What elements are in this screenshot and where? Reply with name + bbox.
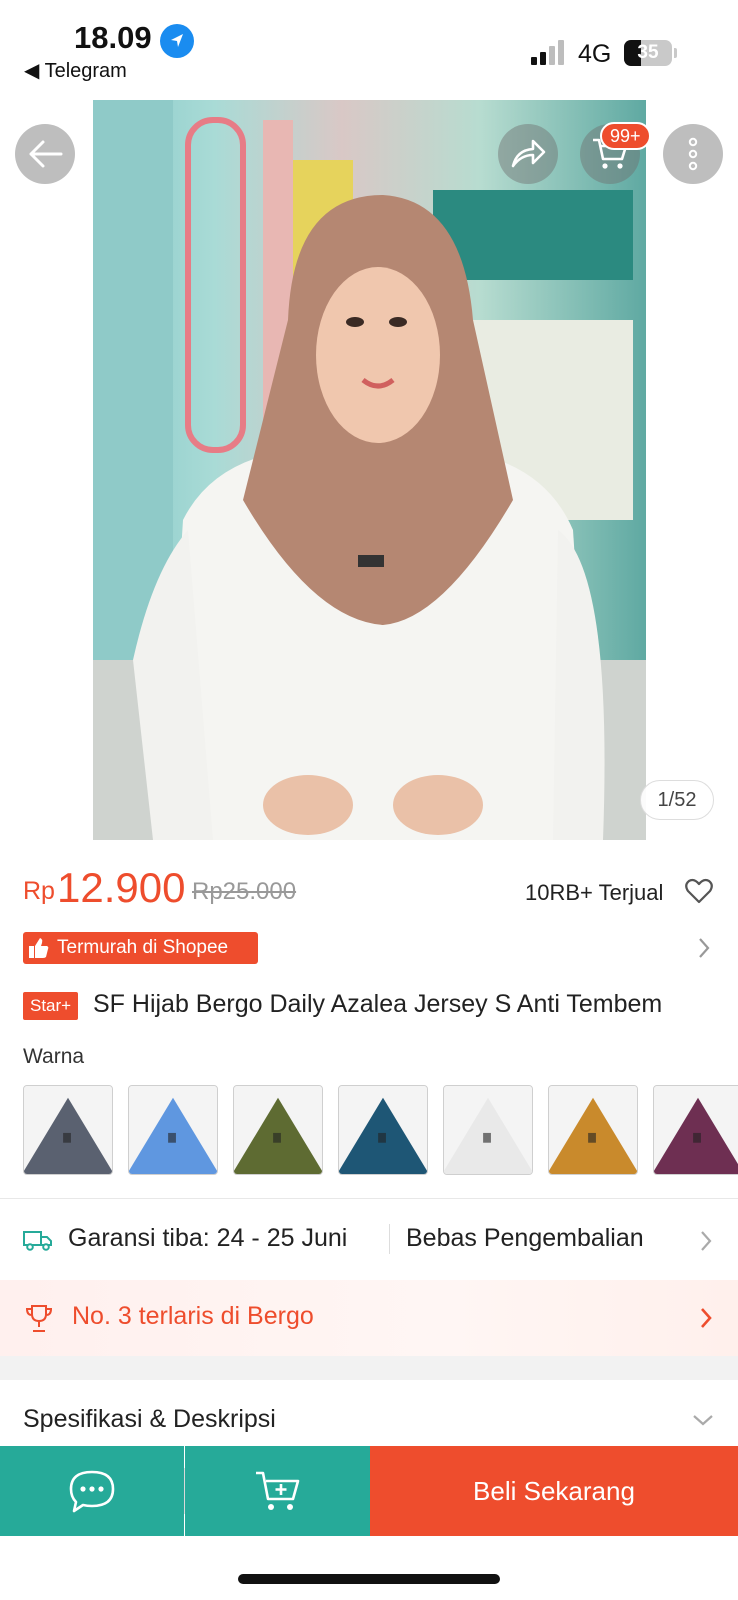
- network-type: 4G: [578, 40, 612, 68]
- divider: [0, 1198, 738, 1199]
- color-variant-7[interactable]: [653, 1085, 738, 1175]
- cart-count-badge: 99+: [600, 122, 651, 150]
- heart-icon[interactable]: [685, 878, 713, 909]
- battery-level: 35: [637, 42, 659, 63]
- bestseller-label: No. 3 terlaris di Bergo: [72, 1302, 314, 1330]
- color-variant-3[interactable]: [233, 1085, 323, 1175]
- chevron-down-icon[interactable]: [692, 1413, 714, 1431]
- chevron-right-icon[interactable]: [700, 1307, 712, 1334]
- chevron-right-icon[interactable]: [698, 937, 710, 964]
- location-arrow-icon: [160, 24, 194, 58]
- star-plus-badge: Star+: [23, 992, 79, 1020]
- back-button[interactable]: [15, 124, 75, 184]
- variants-label: Warna: [23, 1045, 85, 1068]
- bottom-action-bar: Beli Sekarang: [0, 1446, 738, 1536]
- cheapest-badge[interactable]: Termurah di Shopee: [23, 932, 258, 964]
- chevron-right-icon[interactable]: [700, 1230, 712, 1257]
- truck-icon: [23, 1229, 53, 1256]
- price-currency: Rp: [23, 877, 55, 905]
- delivery-guarantee[interactable]: Garansi tiba: 24 - 25 Juni: [68, 1224, 347, 1253]
- trophy-icon: [25, 1303, 53, 1338]
- more-options-button[interactable]: [663, 124, 723, 184]
- product-title: SF Hijab Bergo Daily Azalea Jersey S Ant…: [93, 990, 663, 1018]
- section-gap: [0, 1356, 738, 1380]
- product-image[interactable]: [93, 100, 646, 840]
- battery-tip: [674, 48, 677, 58]
- buy-now-button[interactable]: Beli Sekarang: [370, 1446, 738, 1536]
- thumbs-up-icon: [23, 932, 53, 964]
- divider: [389, 1224, 390, 1254]
- color-variant-5[interactable]: [443, 1085, 533, 1175]
- share-button[interactable]: [498, 124, 558, 184]
- battery-icon: 35: [624, 40, 672, 66]
- sold-count: 10RB+ Terjual: [525, 880, 664, 905]
- color-variant-2[interactable]: [128, 1085, 218, 1175]
- color-variant-6[interactable]: [548, 1085, 638, 1175]
- free-returns[interactable]: Bebas Pengembalian: [406, 1224, 644, 1253]
- home-indicator[interactable]: [238, 1574, 500, 1584]
- image-counter: 1/52: [640, 780, 714, 820]
- add-to-cart-button[interactable]: [185, 1446, 370, 1536]
- add-cart-icon: [255, 1471, 299, 1510]
- price-current: 12.900: [57, 864, 186, 911]
- signal-icon: [530, 40, 568, 66]
- status-time: 18.09: [74, 20, 152, 55]
- color-variant-1[interactable]: [23, 1085, 113, 1175]
- color-variant-4[interactable]: [338, 1085, 428, 1175]
- chat-button[interactable]: [0, 1446, 184, 1536]
- chat-icon: [69, 1470, 115, 1513]
- cheapest-label: Termurah di Shopee: [57, 937, 229, 958]
- back-to-telegram-link[interactable]: ◀ Telegram: [24, 58, 127, 83]
- price-original: Rp25.000: [192, 878, 297, 905]
- spec-heading[interactable]: Spesifikasi & Deskripsi: [23, 1405, 276, 1434]
